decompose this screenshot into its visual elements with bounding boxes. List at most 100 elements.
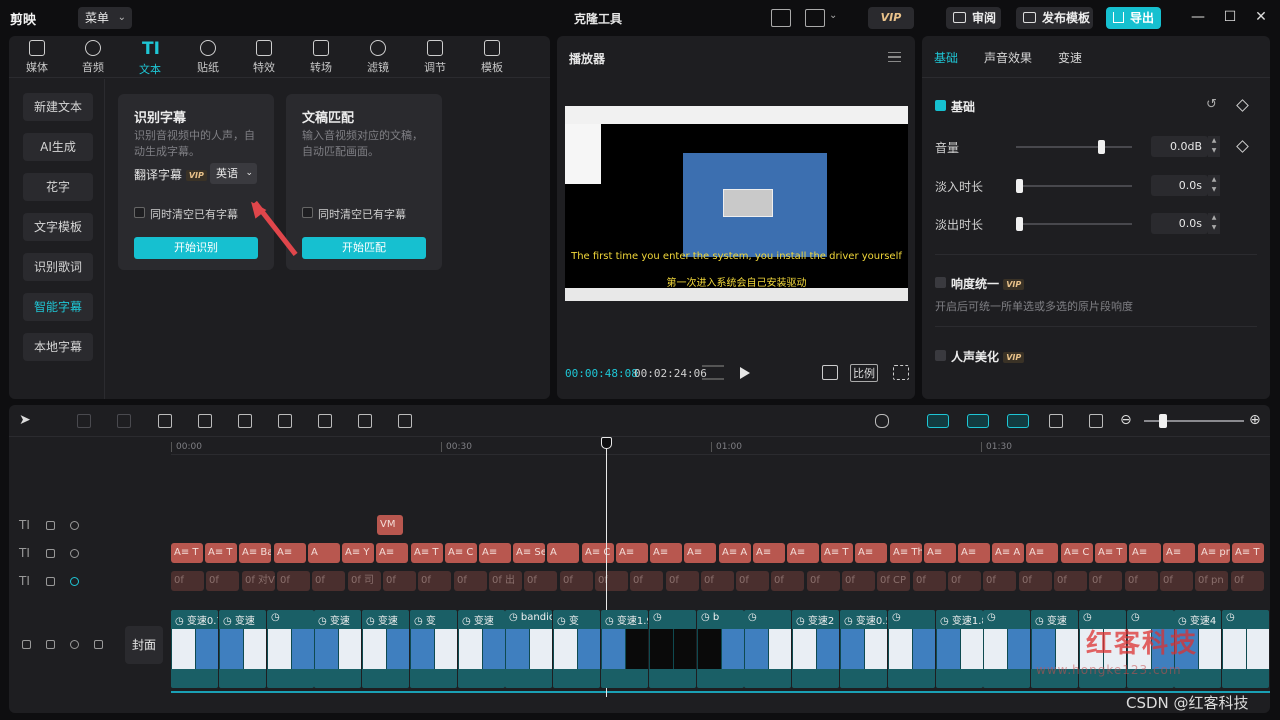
text-clip[interactable]: 0f (842, 571, 875, 591)
zoom-slider-knob[interactable] (1159, 414, 1167, 428)
fadein-input[interactable]: 0.0s (1151, 175, 1208, 196)
video-clip[interactable]: ◷ b (697, 610, 744, 688)
text-clip[interactable]: VM (377, 515, 403, 535)
text-clip[interactable]: A≡ T (1232, 543, 1264, 563)
text-clip[interactable]: A (308, 543, 340, 563)
text-clip[interactable]: A≡ (616, 543, 648, 563)
start-recognition-button[interactable]: 开始识别 (134, 237, 258, 259)
video-clip[interactable]: ◷ (1222, 610, 1269, 688)
text-clip[interactable]: 0f (1125, 571, 1158, 591)
text-clip[interactable]: A≡ (753, 543, 785, 563)
text-clip[interactable]: 0f (1089, 571, 1122, 591)
screenshot-icon[interactable] (822, 365, 838, 380)
text-clip[interactable]: 0f (1231, 571, 1264, 591)
linkage-icon[interactable] (1007, 414, 1029, 428)
text-clip[interactable]: 0f CP (877, 571, 910, 591)
text-clip[interactable]: A≡ (1129, 543, 1161, 563)
keyframe-icon[interactable] (1236, 99, 1249, 112)
auto-reframe-icon[interactable] (398, 414, 412, 428)
lock-icon[interactable] (46, 549, 55, 558)
speaker-icon[interactable] (94, 640, 103, 649)
text-clip[interactable]: 0f (560, 571, 593, 591)
reset-icon[interactable]: ↺ (1206, 97, 1217, 112)
fadeout-stepper[interactable]: ▲ ▼ (1208, 213, 1220, 234)
video-clip[interactable]: ◷ (649, 610, 696, 688)
video-clip[interactable]: ◷ bandicam (505, 610, 552, 688)
text-clip[interactable]: 0f (1160, 571, 1193, 591)
text-clip[interactable]: A≡ (650, 543, 682, 563)
fadein-stepper[interactable]: ▲ ▼ (1208, 175, 1220, 196)
delete-icon[interactable] (278, 414, 292, 428)
video-clip[interactable]: ◷ 变速 (314, 610, 361, 688)
sidebar-item-text-template[interactable]: 文字模板 (23, 213, 93, 241)
text-clip[interactable]: A≡ T (1095, 543, 1127, 563)
text-clip[interactable]: A≡ (787, 543, 819, 563)
video-clip[interactable]: ◷ 变速 (219, 610, 266, 688)
text-clip[interactable]: A≡ Y (342, 543, 374, 563)
shield-ai-icon[interactable] (318, 414, 332, 428)
minimize-icon[interactable]: — (1189, 9, 1207, 25)
tab-adjust[interactable]: 调节 (415, 40, 455, 75)
layout-icon[interactable] (805, 9, 825, 27)
text-clip[interactable]: A≡ Batch (239, 543, 271, 563)
text-clip[interactable]: 0f (666, 571, 699, 591)
start-match-button[interactable]: 开始匹配 (302, 237, 426, 259)
text-clip[interactable]: 0f 出 (489, 571, 522, 591)
clear-captions-checkbox[interactable]: 同时清空已有字幕 (134, 206, 238, 222)
text-clip[interactable]: 0f (701, 571, 734, 591)
fit-timeline-icon[interactable] (1089, 414, 1103, 428)
eye-icon[interactable] (70, 549, 79, 558)
text-clip[interactable]: 0f (277, 571, 310, 591)
fadein-slider[interactable] (1016, 179, 1132, 193)
text-clip[interactable]: A≡ pn (1198, 543, 1230, 563)
tab-basic[interactable]: 基础 (934, 49, 958, 66)
text-clip[interactable]: 0f (171, 571, 204, 591)
sidebar-item-new-text[interactable]: 新建文本 (23, 93, 93, 121)
volume-keyframe-icon[interactable] (1236, 140, 1249, 153)
trim-right-icon[interactable] (238, 414, 252, 428)
lock-icon[interactable] (46, 577, 55, 586)
text-clip[interactable]: 0f (312, 571, 345, 591)
text-clip[interactable]: A≡ T (205, 543, 237, 563)
loudness-toggle[interactable]: 响度统一 VIP (935, 275, 1025, 292)
tab-template[interactable]: 模板 (472, 40, 512, 75)
timeline-grid-icon[interactable] (702, 365, 724, 380)
shortcut-icon[interactable] (771, 9, 791, 27)
fullscreen-icon[interactable] (893, 365, 909, 380)
layout-chevron-icon[interactable]: ⌄ (829, 10, 837, 21)
text-clip[interactable]: A≡ (855, 543, 887, 563)
text-clip[interactable]: A≡ (274, 543, 306, 563)
text-clip[interactable]: 0f (454, 571, 487, 591)
video-clip[interactable]: ◷ (983, 610, 1030, 688)
sidebar-item-local-captions[interactable]: 本地字幕 (23, 333, 93, 361)
tab-filter[interactable]: 滤镜 (358, 40, 398, 75)
tab-sound-effects[interactable]: 声音效果 (984, 49, 1032, 66)
eye-icon[interactable] (70, 577, 79, 586)
text-clip[interactable]: A≡ (684, 543, 716, 563)
vip-button[interactable]: VIP (868, 7, 914, 29)
video-clip[interactable]: ◷ (888, 610, 935, 688)
video-preview[interactable]: The first time you enter the system, you… (565, 106, 908, 301)
text-clip[interactable]: 0f (736, 571, 769, 591)
text-clip[interactable]: 0f (771, 571, 804, 591)
text-clip[interactable]: 0f 司 (348, 571, 381, 591)
video-clip[interactable]: ◷ 变速0.7 (171, 610, 218, 688)
voice-beautify-toggle[interactable]: 人声美化 VIP (935, 348, 1025, 365)
ratio-button[interactable]: 比例 (850, 364, 878, 382)
undo-icon[interactable] (77, 414, 91, 428)
text-clip[interactable]: 0f (1019, 571, 1052, 591)
video-clip[interactable]: ◷ 变 (410, 610, 457, 688)
play-icon[interactable] (740, 367, 750, 379)
text-clip[interactable]: A≡ A (719, 543, 751, 563)
tab-sticker[interactable]: 贴纸 (188, 40, 228, 75)
cover-button[interactable]: 封面 (125, 626, 163, 664)
fadeout-input[interactable]: 0.0s (1151, 213, 1208, 234)
fadeout-slider[interactable] (1016, 217, 1132, 231)
text-clip[interactable]: 0f (1054, 571, 1087, 591)
tab-transition[interactable]: 转场 (301, 40, 341, 75)
video-clip[interactable]: ◷ 变速 (362, 610, 409, 688)
select-cursor-icon[interactable]: ➤ (19, 412, 31, 428)
text-clip[interactable]: A≡ The (890, 543, 922, 563)
text-clip[interactable]: 0f 对VM (242, 571, 275, 591)
text-clip[interactable]: A≡ A (992, 543, 1024, 563)
